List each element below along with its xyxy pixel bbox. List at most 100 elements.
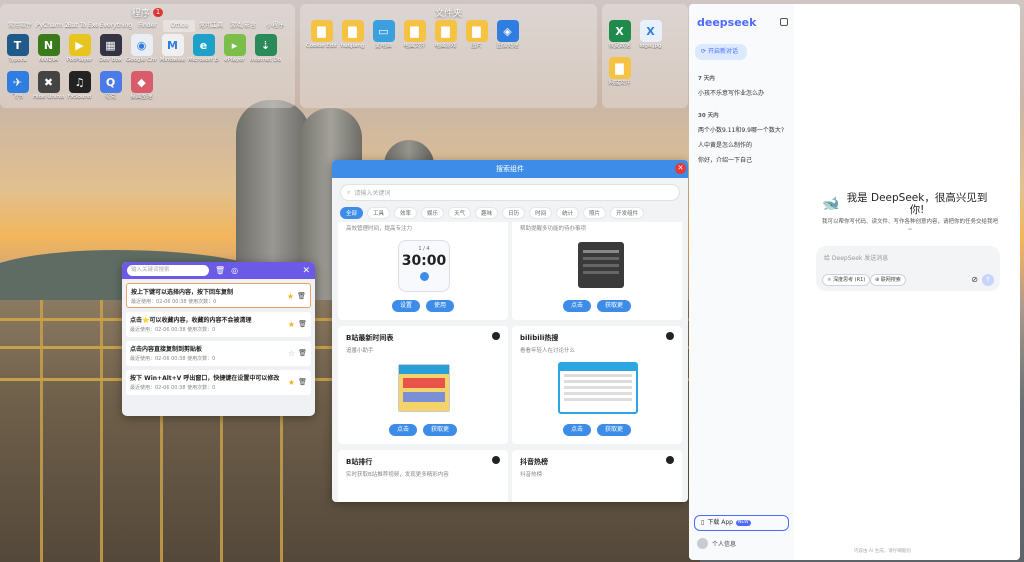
category-chip[interactable]: 日历 bbox=[502, 207, 526, 219]
get-more-button[interactable]: 获取更 bbox=[423, 424, 458, 436]
category-tab[interactable]: PyCharm 2022.3 bbox=[36, 20, 68, 32]
plugin-card[interactable]: 高效管理时间，提高专注力 1 / 4 30:00 设置 使用 bbox=[338, 222, 508, 320]
category-tab[interactable]: 常用工具 bbox=[195, 20, 227, 32]
category-tab[interactable]: Office bbox=[163, 20, 196, 32]
plugin-card[interactable]: B站最新时间表 追番小助手 点击 获取更 bbox=[338, 326, 508, 444]
star-icon[interactable]: ★ bbox=[288, 378, 295, 387]
plugin-card[interactable]: bilibili热搜 看看年轻人在讨论什么 点击 获取更 bbox=[512, 326, 682, 444]
desktop-shortcut[interactable]: T Typora bbox=[2, 34, 33, 71]
desktop-shortcut[interactable]: ♫ FxSound bbox=[64, 71, 95, 108]
category-chip[interactable]: 天气 bbox=[448, 207, 472, 219]
plugin-card[interactable]: 帮助提醒多功能的待办事项 点击 获取更 bbox=[512, 222, 682, 320]
clipboard-item[interactable]: 点击内容直接复制到剪贴板 最近使用：02-06 00:38 使用次数：0 ☆ 🗑 bbox=[126, 341, 311, 366]
category-chip[interactable]: 开发组件 bbox=[610, 207, 645, 219]
settings-button[interactable]: 设置 bbox=[391, 300, 420, 312]
category-tab[interactable]: Finder bbox=[132, 20, 164, 32]
get-more-button[interactable]: 获取更 bbox=[597, 424, 632, 436]
attach-icon[interactable]: ⊘ bbox=[971, 275, 978, 284]
web-search-toggle[interactable]: ⊕ 联网搜索 bbox=[870, 274, 906, 286]
desktop-shortcut[interactable]: Q 夸克 bbox=[95, 71, 126, 108]
desktop-shortcut[interactable]: ▭ 此电脑 bbox=[368, 20, 399, 57]
download-app-button[interactable]: ▯ 下载 App NEW bbox=[694, 515, 789, 531]
use-button[interactable]: 使用 bbox=[426, 300, 455, 312]
plugin-card[interactable]: 抖音热榜 抖音热榜 bbox=[512, 450, 682, 502]
github-icon[interactable] bbox=[666, 332, 674, 340]
desktop-shortcut[interactable]: ▇ huojiang bbox=[337, 20, 368, 57]
desktop-shortcut[interactable]: ◆ 桌面整理 bbox=[126, 71, 157, 108]
message-input[interactable]: 给 DeepSeek 发送消息 ⚛ 深度思考 (R1) ⊕ 联网搜索 ⊘ ↑ bbox=[816, 246, 1000, 291]
desktop-shortcut[interactable]: M Mindwise bbox=[157, 34, 188, 71]
desktop-shortcut[interactable]: ◉Google Chrome bbox=[126, 34, 157, 71]
category-tab[interactable]: 常用软件 bbox=[4, 20, 36, 32]
click-button[interactable]: 点击 bbox=[562, 424, 591, 436]
desktop-shortcut[interactable]: ✖Hide Uninstaller bbox=[33, 71, 64, 108]
category-tab[interactable]: 游戏/影音 bbox=[227, 20, 259, 32]
deepthink-toggle[interactable]: ⚛ 深度思考 (R1) bbox=[822, 274, 871, 286]
desktop-shortcut[interactable]: ▇ 网盘文件 bbox=[604, 57, 635, 94]
category-chip[interactable]: 工具 bbox=[367, 207, 391, 219]
desktop-shortcut[interactable]: ✈ 飞书 bbox=[2, 71, 33, 108]
shortcut-label: ePlayer bbox=[224, 57, 245, 63]
send-button[interactable]: ↑ bbox=[982, 274, 994, 286]
plugin-card[interactable]: B站排行 实时获取B站推荐视频，发现更多精彩内容 bbox=[338, 450, 508, 502]
trash-icon[interactable]: 🗑 bbox=[215, 266, 225, 275]
github-icon[interactable] bbox=[492, 332, 500, 340]
github-icon[interactable] bbox=[492, 456, 500, 464]
category-tab[interactable]: Everything bbox=[100, 20, 132, 32]
desktop-shortcut[interactable]: ⇣Internet Download bbox=[250, 34, 281, 71]
desktop-group-programs: 程序 1 常用软件PyCharm 2022.3Bat To Exe Conver… bbox=[0, 4, 295, 108]
clipboard-item[interactable]: 点击⭐可以收藏内容，收藏的内容不会被清理 最近使用：02-06 00:38 使用次… bbox=[126, 312, 311, 337]
clipboard-item-meta: 最近使用：02-06 00:38 使用次数：0 bbox=[130, 327, 216, 333]
desktop-shortcut[interactable]: ▇Cookie Editor bbox=[306, 20, 337, 57]
star-icon[interactable]: ★ bbox=[287, 292, 294, 301]
desktop-shortcut[interactable]: ▇ 电脑游戏 bbox=[430, 20, 461, 57]
click-button[interactable]: 点击 bbox=[388, 424, 417, 436]
clipboard-item-text: 点击⭐可以收藏内容，收藏的内容不会被清理 bbox=[130, 317, 252, 324]
chat-history-item[interactable]: 人中黄是怎么制作的 bbox=[698, 140, 752, 149]
chat-history-item[interactable]: 你好，介绍一下自己 bbox=[698, 155, 752, 164]
star-icon[interactable]: ★ bbox=[288, 320, 295, 329]
plugin-search-input[interactable]: ⌕ 请输入关键词 bbox=[340, 184, 680, 201]
desktop-shortcut[interactable]: X 恢复数据 bbox=[604, 20, 635, 57]
category-tab[interactable]: 小程序 bbox=[259, 20, 291, 32]
category-chip[interactable]: 照片 bbox=[583, 207, 607, 219]
category-chip[interactable]: 时间 bbox=[529, 207, 553, 219]
desktop-shortcut[interactable]: eMicrosoft Edge bbox=[188, 34, 219, 71]
github-icon[interactable] bbox=[666, 456, 674, 464]
chat-history-item[interactable]: 两个小数9.11和9.9哪一个数大? bbox=[698, 125, 784, 134]
user-profile[interactable]: 个人信息 bbox=[697, 538, 736, 549]
get-more-button[interactable]: 获取更 bbox=[597, 300, 632, 312]
desktop-shortcut[interactable]: ▶ PotPlayer bbox=[64, 34, 95, 71]
category-chip[interactable]: 趣味 bbox=[475, 207, 499, 219]
star-icon[interactable]: ☆ bbox=[288, 349, 295, 358]
delete-icon[interactable]: 🗑 bbox=[298, 349, 307, 357]
category-chip[interactable]: 效率 bbox=[394, 207, 418, 219]
delete-icon[interactable]: 🗑 bbox=[298, 378, 307, 386]
clipboard-item[interactable]: 按下 Win+Alt+V 呼出窗口，快捷键在设置中可以修改 最近使用：02-06 … bbox=[126, 370, 311, 395]
desktop-shortcut[interactable]: N NVIDIA bbox=[33, 34, 64, 71]
desktop-shortcut[interactable]: ▇ 图片 bbox=[461, 20, 492, 57]
click-button[interactable]: 点击 bbox=[562, 300, 591, 312]
close-icon[interactable]: ✕ bbox=[302, 266, 310, 276]
chat-history-item[interactable]: 小孩不乐意写作业怎么办 bbox=[698, 88, 764, 97]
category-chip[interactable]: 统计 bbox=[556, 207, 580, 219]
sidebar-collapse-icon[interactable] bbox=[780, 18, 788, 26]
desktop-shortcut[interactable]: ▦ Dev Box bbox=[95, 34, 126, 71]
desktop-shortcut[interactable]: Xlogo.jpg bbox=[635, 20, 666, 57]
mindwise-icon: M bbox=[161, 34, 184, 56]
close-button[interactable]: ✕ bbox=[675, 163, 686, 174]
desktop-shortcut[interactable]: ◈ 图像处理 bbox=[492, 20, 523, 57]
clipboard-item[interactable]: 按上下键可以选择内容，按下回车复制 最近使用：02-06 00:38 使用次数：0… bbox=[126, 283, 311, 308]
category-chip[interactable]: 全部 bbox=[340, 207, 364, 219]
desktop-shortcut[interactable]: ▇ 电脑文件 bbox=[399, 20, 430, 57]
category-tab[interactable]: Bat To Exe Converter bbox=[68, 20, 100, 32]
delete-icon[interactable]: 🗑 bbox=[298, 320, 307, 328]
delete-icon[interactable]: 🗑 bbox=[297, 292, 306, 300]
file-icons: X 恢复数据 Xlogo.jpg ▇ 网盘文件 bbox=[602, 20, 688, 94]
category-chip[interactable]: 娱乐 bbox=[421, 207, 445, 219]
clipboard-search-input[interactable]: 输入关键词搜索 bbox=[127, 265, 209, 276]
desktop-shortcut[interactable]: ▸ ePlayer bbox=[219, 34, 250, 71]
settings-icon[interactable]: ◎ bbox=[231, 266, 238, 275]
search-icon: ⌕ bbox=[347, 188, 351, 196]
new-chat-button[interactable]: ⟳ 开启新对话 bbox=[695, 44, 747, 60]
